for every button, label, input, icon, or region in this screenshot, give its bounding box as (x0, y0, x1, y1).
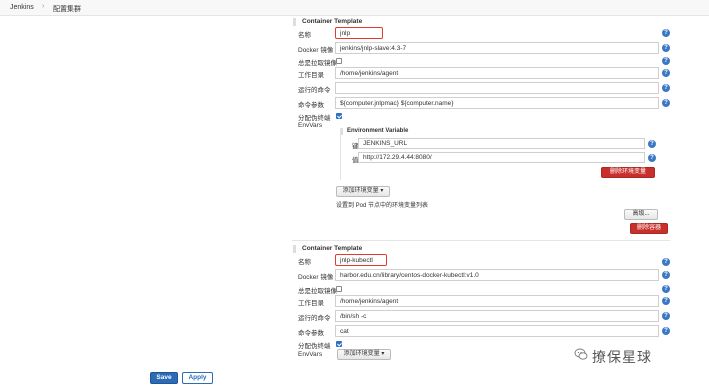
docker-image-label: Docker 镜像 (298, 274, 334, 281)
env-key-input[interactable] (358, 138, 645, 149)
docker-image-input[interactable] (335, 42, 659, 54)
section-divider (292, 240, 670, 241)
chat-bubble-icon (574, 348, 588, 360)
help-icon[interactable]: ? (662, 285, 670, 293)
help-icon[interactable]: ? (662, 271, 670, 279)
envvars-label: EnvVars (298, 351, 323, 358)
name-label: 名称 (298, 32, 311, 39)
section-drag-handle[interactable] (293, 18, 296, 26)
help-icon[interactable]: ? (662, 44, 670, 52)
always-pull-label: 总是拉取镜像 (298, 60, 337, 67)
delete-container-button[interactable]: 删除容器 (630, 223, 668, 234)
section-drag-handle[interactable] (293, 245, 296, 253)
top-bar: Jenkins › 配置集群 (0, 0, 709, 16)
help-icon[interactable]: ? (662, 258, 670, 266)
workdir-input[interactable] (335, 67, 659, 79)
name-input[interactable] (335, 254, 387, 266)
docker-image-input[interactable] (335, 269, 659, 281)
workdir-label: 工作目录 (298, 72, 324, 79)
env-var-description: 设置到 Pod 节点中的环境变量列表 (336, 203, 429, 209)
watermark-text: 撩保星球 (592, 350, 652, 366)
args-label: 命令参数 (298, 102, 324, 109)
workdir-input[interactable] (335, 295, 659, 307)
apply-button[interactable]: Apply (182, 372, 213, 384)
always-pull-label: 总是拉取镜像 (298, 288, 337, 295)
args-input[interactable] (335, 325, 659, 337)
name-input[interactable] (335, 27, 383, 39)
env-var-block (340, 128, 341, 180)
env-var-title: Environment Variable (347, 128, 409, 134)
help-icon[interactable]: ? (662, 297, 670, 305)
workdir-label: 工作目录 (298, 300, 324, 307)
always-pull-checkbox[interactable] (336, 58, 342, 64)
help-icon[interactable]: ? (662, 69, 670, 77)
help-icon[interactable]: ? (648, 140, 656, 148)
delete-env-var-button[interactable]: 删除环境变量 (601, 167, 655, 178)
help-icon[interactable]: ? (648, 154, 656, 162)
command-label: 运行的命令 (298, 315, 331, 322)
help-icon[interactable]: ? (662, 29, 670, 37)
help-icon[interactable]: ? (662, 84, 670, 92)
command-input[interactable] (335, 310, 659, 322)
command-input[interactable] (335, 82, 659, 94)
add-env-var-button[interactable]: 添加环境变量 ▾ (337, 349, 391, 360)
breadcrumb-home[interactable]: Jenkins (10, 4, 34, 11)
add-env-var-button[interactable]: 添加环境变量 ▾ (336, 186, 390, 197)
args-input[interactable] (335, 97, 659, 109)
tty-label: 分配伪终端 (298, 343, 331, 350)
container-template-title: Container Template (302, 245, 363, 252)
advanced-button[interactable]: 高级... (624, 209, 658, 220)
docker-image-label: Docker 镜像 (298, 47, 334, 54)
args-label: 命令参数 (298, 330, 324, 337)
envvars-label: EnvVars (298, 122, 323, 129)
save-button[interactable]: Save (150, 372, 178, 384)
help-icon[interactable]: ? (662, 99, 670, 107)
env-value-input[interactable] (358, 152, 645, 163)
command-label: 运行的命令 (298, 87, 331, 94)
help-icon[interactable]: ? (662, 327, 670, 335)
help-icon[interactable]: ? (662, 312, 670, 320)
help-icon[interactable]: ? (662, 57, 670, 65)
name-label: 名称 (298, 259, 311, 266)
tty-label: 分配伪终端 (298, 115, 331, 122)
always-pull-checkbox[interactable] (336, 286, 342, 292)
breadcrumb-current[interactable]: 配置集群 (53, 4, 81, 14)
env-drag-handle[interactable] (341, 128, 343, 135)
breadcrumb-separator-icon: › (42, 3, 45, 10)
tty-checkbox[interactable] (336, 113, 342, 119)
container-template-title: Container Template (302, 18, 363, 25)
tty-checkbox[interactable] (336, 341, 342, 347)
